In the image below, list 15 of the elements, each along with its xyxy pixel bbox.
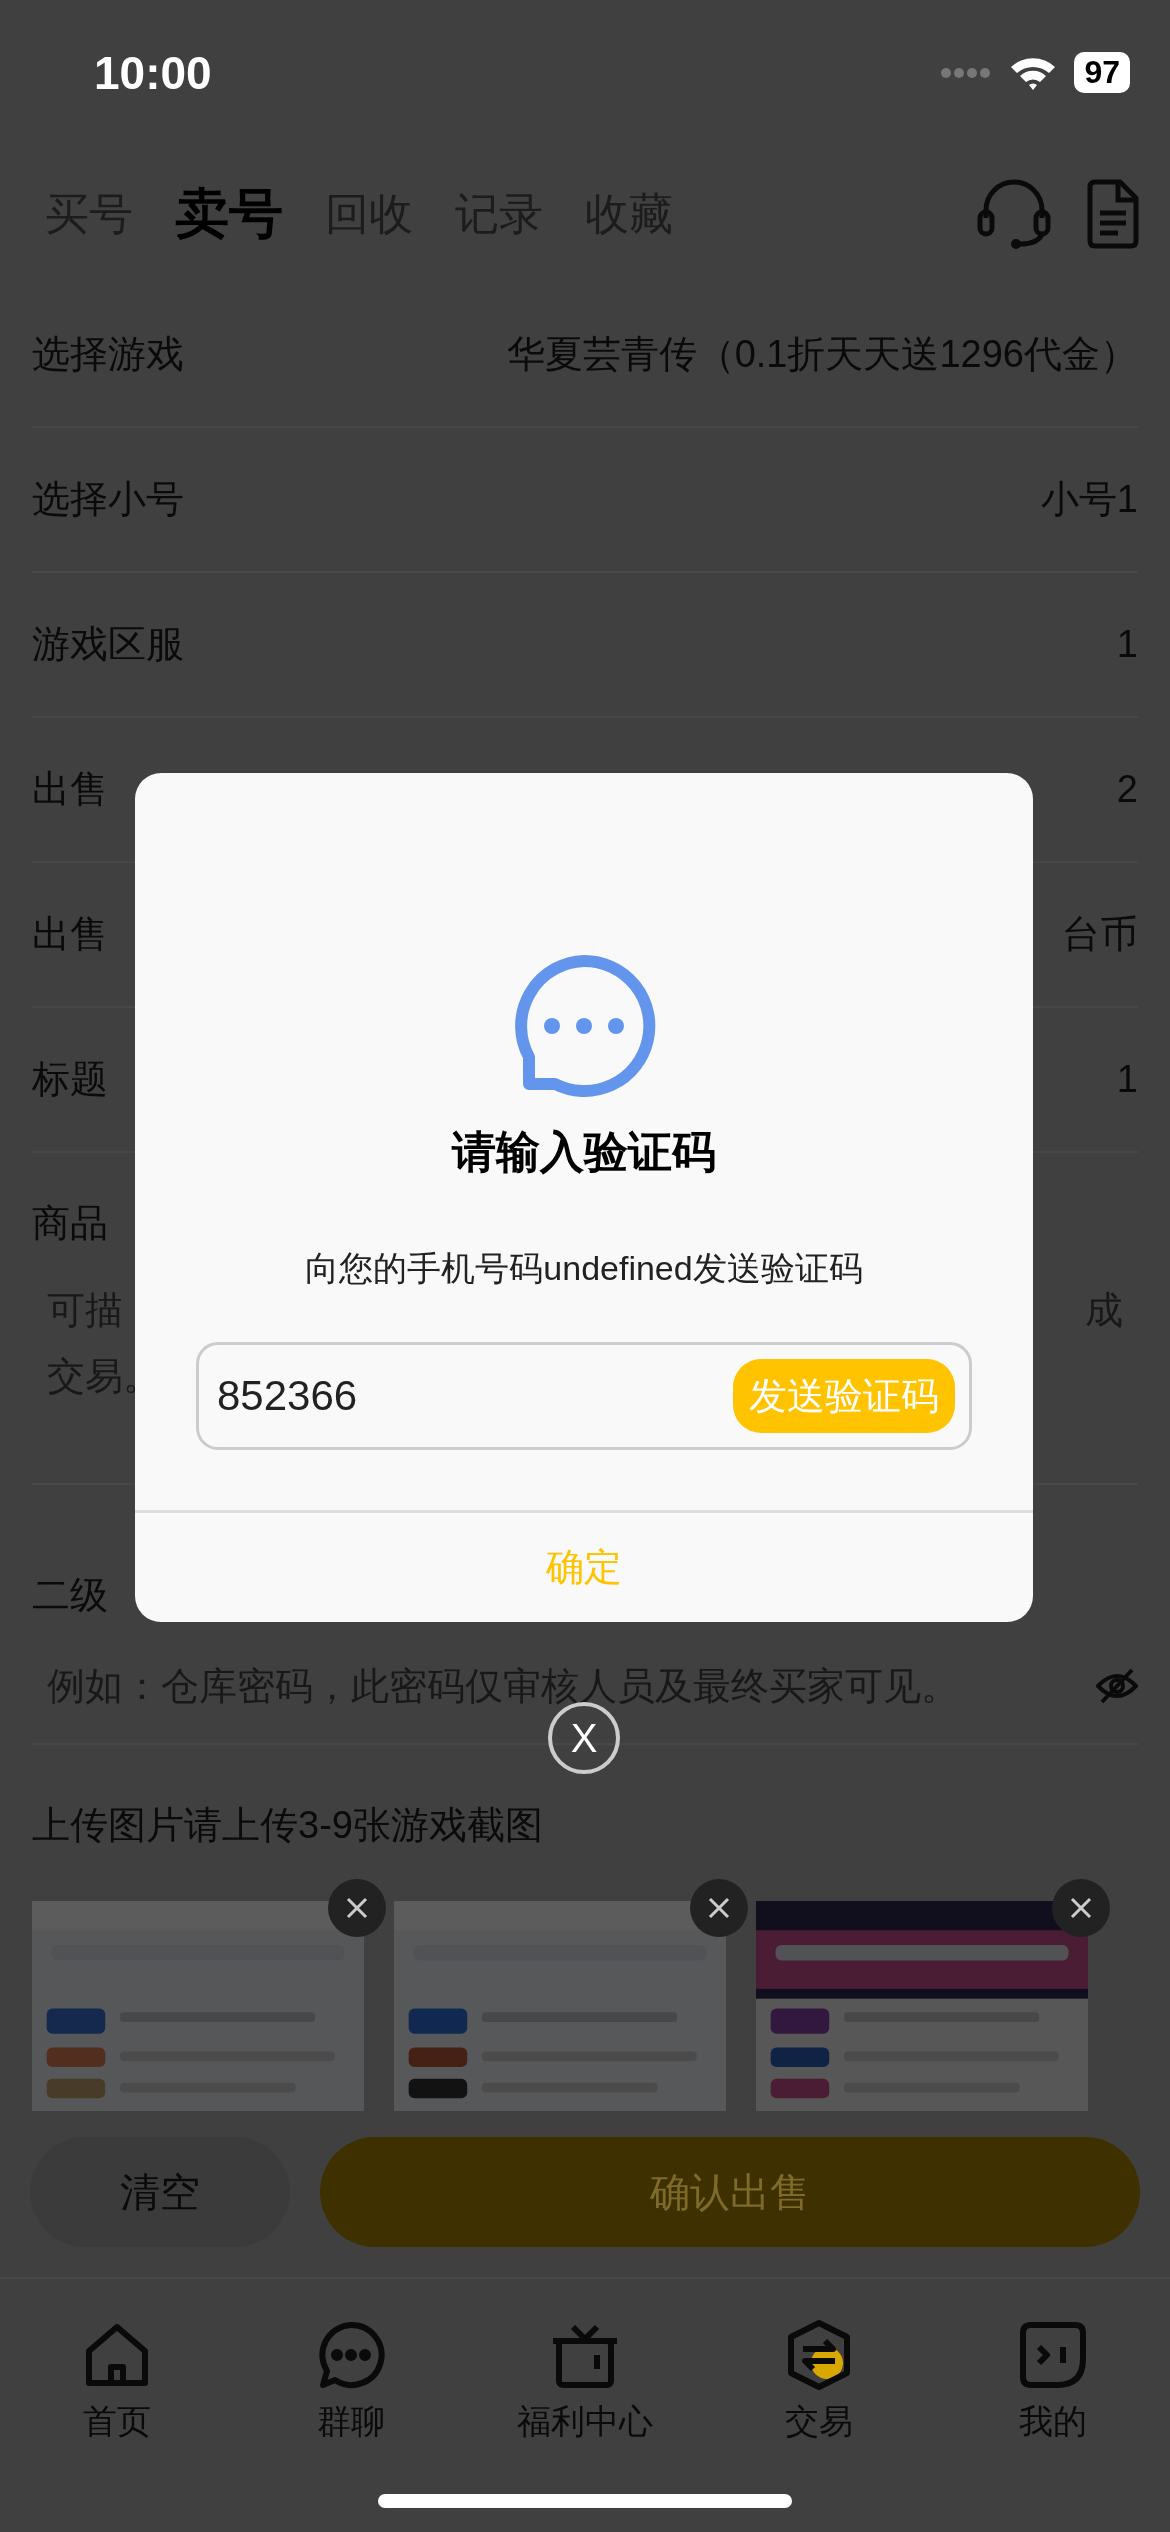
status-time: 10:00 bbox=[94, 45, 212, 100]
signal-icon bbox=[940, 65, 993, 80]
close-button[interactable]: X bbox=[548, 1702, 620, 1774]
close-icon bbox=[707, 1896, 731, 1920]
close-icon bbox=[345, 1896, 369, 1920]
code-input-field[interactable]: 852366 发送验证码 bbox=[196, 1342, 972, 1450]
battery-icon: 97 bbox=[1074, 52, 1130, 93]
tab[interactable]: 卖号 bbox=[175, 177, 283, 251]
dialog-title: 请输入验证码 bbox=[452, 1126, 716, 1178]
close-icon bbox=[1069, 1896, 1093, 1920]
dialog-message: 向您的手机号码undefined发送验证码 bbox=[305, 1248, 863, 1289]
ok-button[interactable]: 确定 bbox=[135, 1510, 1033, 1622]
confirm-sale-button[interactable]: 确认出售 bbox=[320, 2137, 1140, 2247]
face-icon bbox=[1017, 2319, 1089, 2391]
send-code-button[interactable]: 发送验证码 bbox=[733, 1359, 955, 1433]
